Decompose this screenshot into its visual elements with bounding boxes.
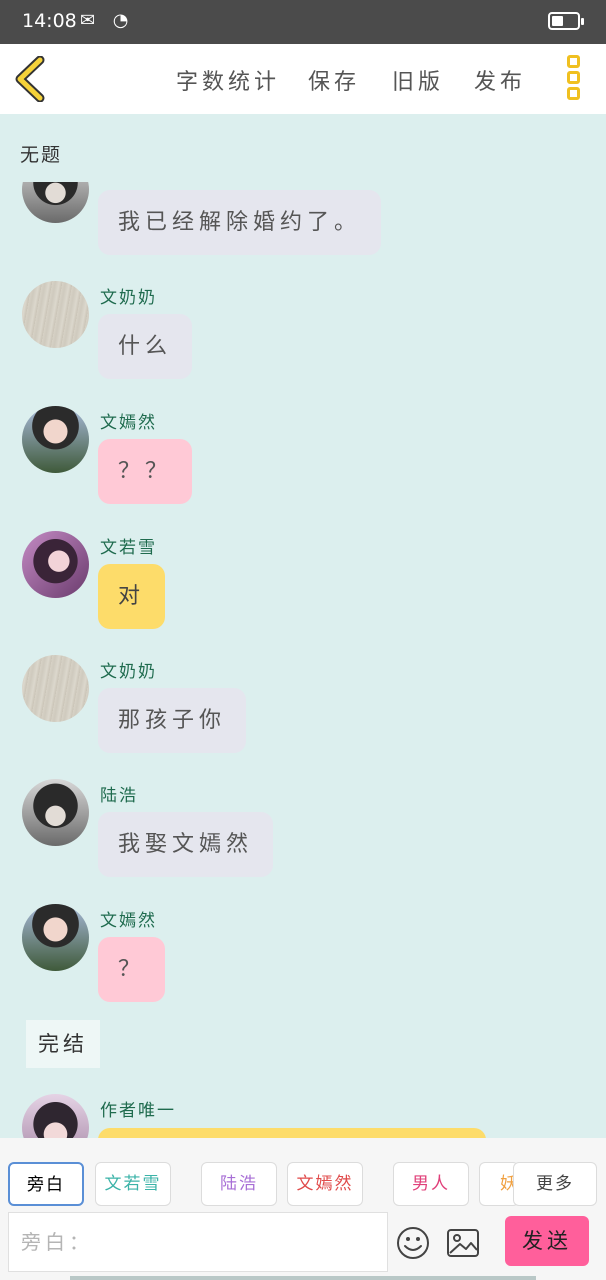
message-bubble[interactable]: 什么 bbox=[98, 314, 193, 379]
message-bubble[interactable] bbox=[98, 1128, 486, 1138]
message-bubble[interactable]: 对 bbox=[98, 564, 166, 629]
message-input[interactable] bbox=[9, 1213, 387, 1271]
sender-name: 文嫣然 bbox=[100, 413, 157, 433]
message-bubble[interactable]: ？ bbox=[98, 937, 166, 1002]
word-count-button[interactable]: 字数统计 bbox=[176, 64, 280, 96]
emoji-icon[interactable] bbox=[396, 1226, 430, 1260]
avatar[interactable] bbox=[22, 531, 89, 598]
vertical-dots-icon bbox=[566, 55, 580, 68]
status-bar: 14:08 ✉ ◔ bbox=[0, 0, 606, 44]
composer-panel: 旁白 文若雪 陆浩 文嫣然 男人 妖 更多 发送 bbox=[0, 1138, 606, 1280]
battery-level bbox=[552, 16, 563, 26]
sender-name: 陆浩 bbox=[100, 786, 138, 806]
message-bubble[interactable]: 我娶文嫣然 bbox=[98, 812, 274, 877]
back-button[interactable] bbox=[10, 55, 54, 103]
role-chip[interactable]: 陆浩 bbox=[201, 1162, 277, 1206]
document-title[interactable]: 无题 bbox=[20, 140, 62, 167]
save-button[interactable]: 保存 bbox=[308, 64, 360, 96]
notification-wifi-icons: ✉ ◔ bbox=[80, 10, 135, 31]
image-icon[interactable] bbox=[446, 1226, 480, 1260]
avatar[interactable] bbox=[22, 655, 89, 722]
sender-name: 文嫣然 bbox=[100, 911, 157, 931]
message-input-box[interactable] bbox=[8, 1212, 388, 1272]
chevron-left-icon bbox=[15, 55, 45, 103]
message-bubble[interactable]: 我已经解除婚约了。 bbox=[98, 190, 382, 255]
end-tag[interactable]: 完结 bbox=[26, 1020, 100, 1068]
message-bubble[interactable]: 那孩子你 bbox=[98, 688, 247, 753]
role-chip[interactable]: 文嫣然 bbox=[287, 1162, 363, 1206]
top-toolbar: 字数统计 保存 旧版 发布 bbox=[0, 44, 606, 114]
publish-button[interactable]: 发布 bbox=[474, 64, 526, 96]
message-bubble[interactable]: ？？ bbox=[98, 439, 193, 504]
avatar[interactable] bbox=[22, 904, 89, 971]
avatar[interactable] bbox=[22, 779, 89, 846]
more-menu-button[interactable] bbox=[560, 54, 586, 104]
avatar[interactable] bbox=[22, 281, 89, 348]
role-chip-narrator[interactable]: 旁白 bbox=[8, 1162, 84, 1206]
send-button[interactable]: 发送 bbox=[505, 1216, 589, 1266]
sender-name: 文若雪 bbox=[100, 538, 157, 558]
status-time: 14:08 bbox=[22, 10, 77, 32]
role-chip[interactable]: 文若雪 bbox=[95, 1162, 171, 1206]
sender-name: 作者唯一 bbox=[100, 1101, 176, 1121]
gesture-bar bbox=[70, 1276, 536, 1280]
old-version-button[interactable]: 旧版 bbox=[392, 64, 444, 96]
avatar[interactable] bbox=[22, 1094, 89, 1138]
battery-icon bbox=[548, 12, 584, 30]
sender-name: 文奶奶 bbox=[100, 662, 157, 682]
avatar[interactable] bbox=[22, 182, 89, 223]
avatar[interactable] bbox=[22, 406, 89, 473]
role-chip[interactable]: 男人 bbox=[393, 1162, 469, 1206]
chat-area[interactable]: 我已经解除婚约了。 文奶奶 什么 文嫣然 ？？ 文若雪 对 文奶奶 那孩子你 陆… bbox=[0, 182, 606, 1138]
more-roles-button[interactable]: 更多 bbox=[513, 1162, 597, 1206]
sender-name: 文奶奶 bbox=[100, 288, 157, 308]
